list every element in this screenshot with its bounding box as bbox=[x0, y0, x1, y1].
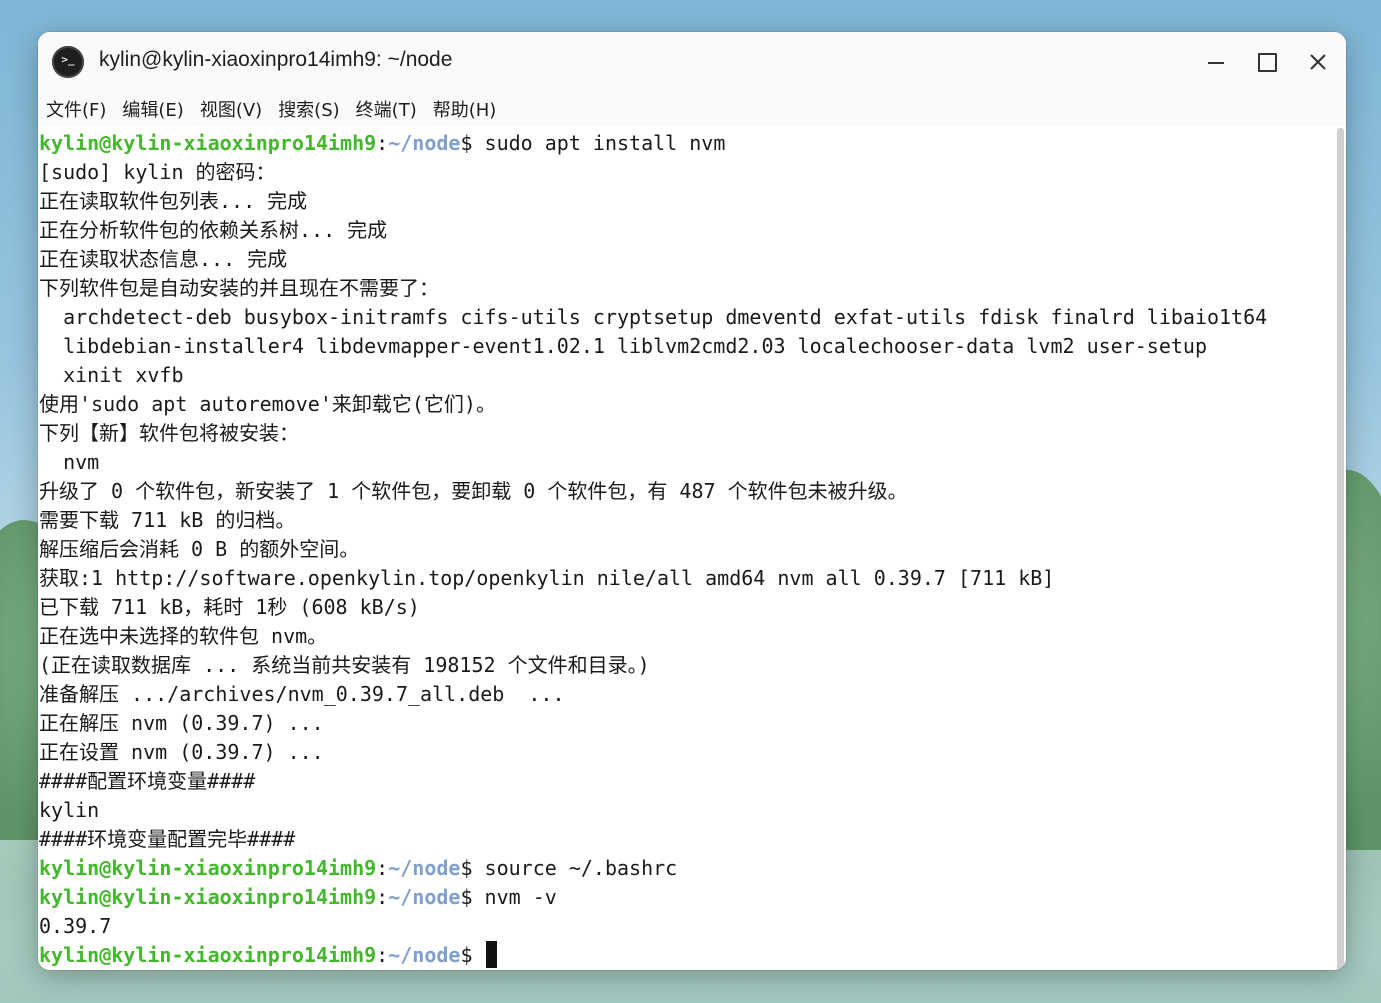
scrollbar[interactable] bbox=[1337, 128, 1344, 970]
terminal-lines: kylin@kylin-xiaoxinpro14imh9:~/node$ sud… bbox=[39, 129, 1267, 970]
text-cursor bbox=[485, 941, 497, 968]
menu-file[interactable]: 文件(F) bbox=[38, 96, 114, 122]
prompt-colon: : bbox=[376, 885, 389, 909]
prompt-dollar: $ bbox=[460, 943, 473, 967]
command-text: nvm -v bbox=[484, 885, 557, 909]
output-line: xinit xvfb bbox=[39, 363, 184, 387]
output-line: 正在设置 nvm (0.39.7) ... bbox=[39, 740, 324, 764]
output-line: 正在读取软件包列表... 完成 bbox=[39, 189, 308, 213]
prompt-path: ~/node bbox=[388, 856, 461, 880]
output-line: 已下载 711 kB，耗时 1秒 (608 kB/s) bbox=[39, 595, 420, 619]
menu-edit[interactable]: 编辑(E) bbox=[114, 96, 191, 122]
command-text: sudo apt install nvm bbox=[484, 131, 726, 155]
output-line: 获取:1 http://software.openkylin.top/openk… bbox=[39, 566, 1055, 590]
menu-help[interactable]: 帮助(H) bbox=[425, 96, 505, 122]
output-line: 正在解压 nvm (0.39.7) ... bbox=[39, 711, 324, 735]
prompt-path: ~/node bbox=[388, 131, 461, 155]
output-line: (正在读取数据库 ... 系统当前共安装有 198152 个文件和目录。) bbox=[39, 653, 650, 677]
terminal-icon: >_ bbox=[52, 46, 84, 78]
output-line: 下列【新】软件包将被安装： bbox=[39, 421, 299, 445]
output-line: kylin bbox=[39, 798, 100, 822]
output-line: 正在读取状态信息... 完成 bbox=[39, 247, 288, 271]
command-text: source ~/.bashrc bbox=[484, 856, 678, 880]
menu-terminal[interactable]: 终端(T) bbox=[348, 96, 425, 122]
scrollbar-thumb[interactable] bbox=[1337, 128, 1344, 970]
close-icon bbox=[1310, 54, 1326, 70]
output-line: ####环境变量配置完毕#### bbox=[39, 827, 296, 851]
prompt-colon: : bbox=[376, 856, 389, 880]
prompt-path: ~/node bbox=[388, 885, 461, 909]
close-button[interactable] bbox=[1300, 44, 1336, 80]
output-line: 准备解压 .../archives/nvm_0.39.7_all.deb ... bbox=[39, 682, 565, 706]
prompt-path: ~/node bbox=[388, 943, 461, 967]
prompt-dollar: $ bbox=[460, 885, 473, 909]
command-line: kylin@kylin-xiaoxinpro14imh9:~/node$ bbox=[39, 941, 1267, 970]
command-line: kylin@kylin-xiaoxinpro14imh9:~/node$ sou… bbox=[39, 854, 1267, 883]
prompt-colon: : bbox=[376, 131, 389, 155]
window-title: kylin@kylin-xiaoxinpro14imh9: ~/node bbox=[99, 48, 453, 71]
output-line: [sudo] kylin 的密码： bbox=[39, 160, 276, 184]
output-line: ####配置环境变量#### bbox=[39, 769, 256, 793]
prompt-user-host: kylin@kylin-xiaoxinpro14imh9 bbox=[39, 943, 377, 967]
prompt-user-host: kylin@kylin-xiaoxinpro14imh9 bbox=[39, 131, 377, 155]
maximize-button[interactable] bbox=[1249, 44, 1285, 80]
output-line: 0.39.7 bbox=[39, 914, 112, 938]
maximize-icon bbox=[1257, 52, 1277, 72]
prompt-dollar: $ bbox=[460, 131, 473, 155]
output-line: 需要下载 711 kB 的归档。 bbox=[39, 508, 296, 532]
menu-view[interactable]: 视图(V) bbox=[192, 96, 270, 122]
output-line: nvm bbox=[39, 450, 100, 474]
terminal-window: >_ kylin@kylin-xiaoxinpro14imh9: ~/node … bbox=[38, 32, 1346, 970]
menu-bar: 文件(F) 编辑(E) 视图(V) 搜索(S) 终端(T) 帮助(H) bbox=[38, 92, 1346, 126]
command-line: kylin@kylin-xiaoxinpro14imh9:~/node$ sud… bbox=[39, 129, 1267, 158]
title-bar[interactable]: >_ kylin@kylin-xiaoxinpro14imh9: ~/node bbox=[38, 32, 1346, 92]
output-line: 使用'sudo apt autoremove'来卸载它(它们)。 bbox=[39, 392, 496, 416]
output-line: 正在选中未选择的软件包 nvm。 bbox=[39, 624, 328, 648]
menu-search[interactable]: 搜索(S) bbox=[270, 96, 347, 122]
minimize-icon bbox=[1208, 62, 1224, 64]
command-line: kylin@kylin-xiaoxinpro14imh9:~/node$ nvm… bbox=[39, 883, 1267, 912]
prompt-user-host: kylin@kylin-xiaoxinpro14imh9 bbox=[39, 885, 377, 909]
output-line: 解压缩后会消耗 0 B 的额外空间。 bbox=[39, 537, 360, 561]
minimize-button[interactable] bbox=[1198, 44, 1234, 80]
terminal-output[interactable]: kylin@kylin-xiaoxinpro14imh9:~/node$ sud… bbox=[38, 126, 1334, 970]
prompt-user-host: kylin@kylin-xiaoxinpro14imh9 bbox=[39, 856, 377, 880]
output-line: 正在分析软件包的依赖关系树... 完成 bbox=[39, 218, 388, 242]
prompt-dollar: $ bbox=[460, 856, 473, 880]
output-line: archdetect-deb busybox-initramfs cifs-ut… bbox=[39, 305, 1268, 329]
prompt-colon: : bbox=[376, 943, 389, 967]
output-line: 下列软件包是自动安装的并且现在不需要了： bbox=[39, 276, 439, 300]
output-line: libdebian-installer4 libdevmapper-event1… bbox=[39, 334, 1207, 358]
output-line: 升级了 0 个软件包，新安装了 1 个软件包，要卸载 0 个软件包，有 487 … bbox=[39, 479, 908, 503]
